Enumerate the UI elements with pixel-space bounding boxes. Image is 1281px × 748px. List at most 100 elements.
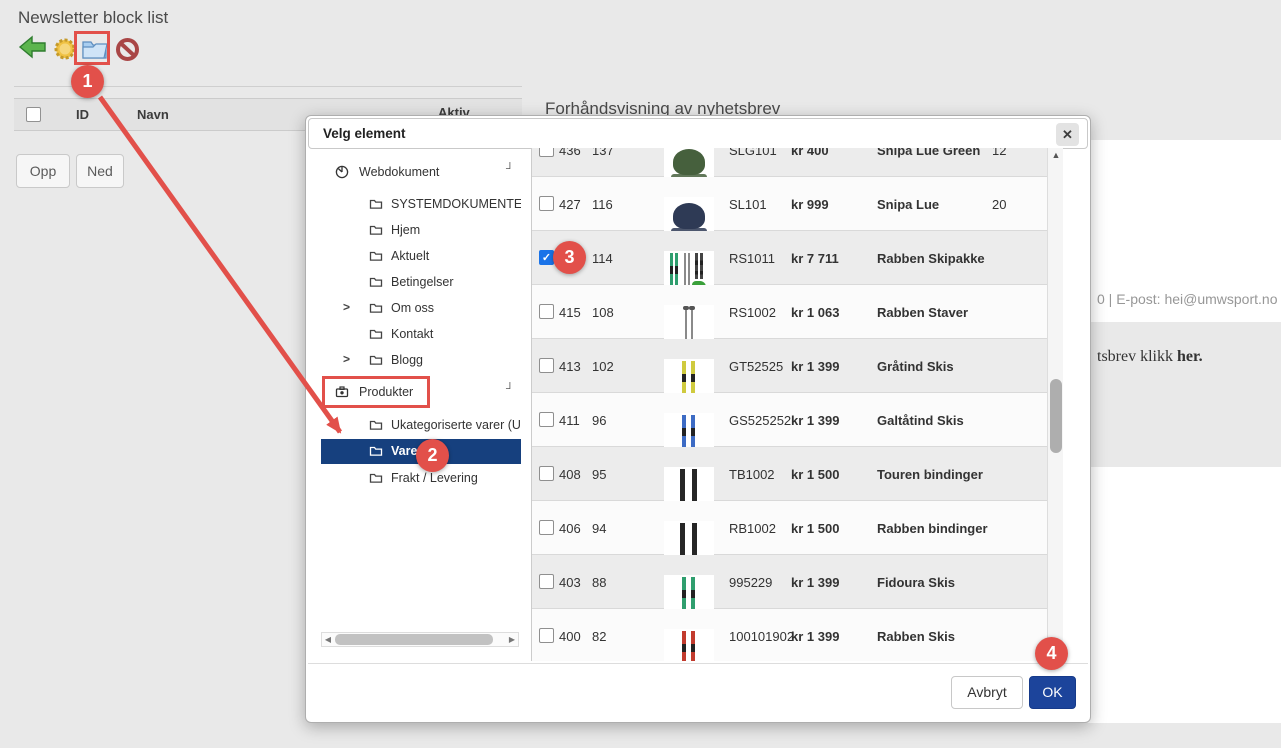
scrollbar-thumb[interactable] <box>335 634 493 645</box>
product-name: Rabben Skipakke <box>877 251 985 266</box>
product-row[interactable]: 40895TB1002kr 1 500Touren bindinger <box>532 447 1047 501</box>
tree-item-betingelser[interactable]: Betingelser <box>321 270 521 295</box>
row-checkbox[interactable] <box>539 148 554 157</box>
product-sku: GS525252 <box>729 413 791 428</box>
tree-item-label: Frakt / Levering <box>391 471 478 485</box>
folder-icon <box>369 197 383 211</box>
product-ref: 114 <box>592 251 613 266</box>
select-all-checkbox[interactable] <box>26 107 41 122</box>
close-icon[interactable]: ✕ <box>1056 123 1079 146</box>
product-id: 427 <box>559 197 581 212</box>
dialog-title: Velg element <box>323 126 406 141</box>
column-header-id: ID <box>76 107 89 122</box>
ok-button[interactable]: OK <box>1029 676 1076 709</box>
folder-icon <box>369 301 383 315</box>
folder-icon <box>369 444 383 458</box>
tree-item-aktuelt[interactable]: Aktuelt <box>321 244 521 269</box>
tree-item-label: Webdokument <box>359 165 439 179</box>
row-checkbox[interactable] <box>539 196 554 211</box>
page-title: Newsletter block list <box>18 8 168 28</box>
product-row[interactable]: 436137SLG101kr 400Snipa Lue Green12 <box>532 148 1047 177</box>
folder-icon <box>369 275 383 289</box>
corner-icon[interactable]: ┘ <box>506 163 514 175</box>
annotation-box-folder <box>74 31 110 65</box>
scrollbar-thumb[interactable] <box>1050 379 1062 453</box>
product-id: 413 <box>559 359 581 374</box>
dialog-footer: Avbryt OK <box>308 663 1088 722</box>
product-name: Snipa Lue <box>877 197 939 212</box>
product-image-skis-red <box>664 629 714 661</box>
product-row[interactable]: 40388995229kr 1 399Fidoura Skis <box>532 555 1047 609</box>
product-ref: 108 <box>592 305 614 320</box>
velg-element-dialog: Velg element ✕ Webdokument ┘ SYSTEMDOKUMEN… <box>305 115 1091 723</box>
chevron-right-icon[interactable]: > <box>343 352 350 366</box>
chevron-right-icon[interactable]: > <box>343 300 350 314</box>
product-ref: 94 <box>592 521 606 536</box>
product-id: 411 <box>559 413 580 428</box>
row-checkbox[interactable] <box>539 304 554 319</box>
product-ref: 102 <box>592 359 614 374</box>
product-price: kr 1 500 <box>791 467 839 482</box>
product-row[interactable]: 40082100101902kr 1 399Rabben Skis <box>532 609 1047 661</box>
tree-item-label: Aktuelt <box>391 249 429 263</box>
tree-item-label: Ukategoriserte varer (UNI V3 <box>391 418 521 432</box>
tree-item-webdokument[interactable]: Webdokument ┘ <box>321 160 521 185</box>
row-checkbox[interactable] <box>539 520 554 535</box>
row-checkbox[interactable] <box>539 628 554 643</box>
tree-item-frakt-levering[interactable]: Frakt / Levering <box>321 466 521 491</box>
row-checkbox[interactable] <box>539 358 554 373</box>
product-ref: 96 <box>592 413 606 428</box>
product-price: kr 1 063 <box>791 305 839 320</box>
tree-item-label: Kontakt <box>391 327 433 341</box>
preview-newsletter-link[interactable]: her. <box>1177 348 1203 365</box>
folder-icon <box>369 249 383 263</box>
product-row[interactable]: 427116SL101kr 999Snipa Lue20 <box>532 177 1047 231</box>
tree-item-systemdokumenter[interactable]: SYSTEMDOKUMENTER <box>321 192 521 217</box>
tree-item-om-oss[interactable]: > Om oss <box>321 296 521 321</box>
product-sku: RB1002 <box>729 521 776 536</box>
product-sku: GT52525 <box>729 359 783 374</box>
product-price: kr 7 711 <box>791 251 839 266</box>
product-row[interactable]: ✓ 114 RS1011 kr 7 711 Rabben Skipakke <box>532 231 1047 285</box>
product-list-scrollbar[interactable]: ▲ <box>1047 148 1063 661</box>
product-price: kr 1 500 <box>791 521 839 536</box>
scroll-left-icon[interactable]: ◀ <box>322 633 334 646</box>
preview-newsletter-text: tsbrev klikk her. <box>1097 348 1203 366</box>
annotation-box-produkter <box>322 376 430 408</box>
product-price: kr 400 <box>791 148 829 158</box>
row-checkbox[interactable]: ✓ <box>539 250 554 265</box>
annotation-step-3: 3 <box>553 241 586 274</box>
tree-item-label: Om oss <box>391 301 434 315</box>
tree-item-blogg[interactable]: >Blogg <box>321 348 521 373</box>
product-row[interactable]: 40694RB1002kr 1 500Rabben bindinger <box>532 501 1047 555</box>
move-up-button[interactable]: Opp <box>16 154 70 188</box>
tree-item-kontakt[interactable]: Kontakt <box>321 322 521 347</box>
product-price: kr 1 399 <box>791 413 839 428</box>
scroll-up-icon[interactable]: ▲ <box>1048 150 1064 160</box>
product-sku: 995229 <box>729 575 772 590</box>
product-name: Rabben Skis <box>877 629 955 644</box>
back-arrow-icon[interactable] <box>18 34 48 66</box>
scroll-right-icon[interactable]: ▶ <box>506 633 518 646</box>
product-row[interactable]: 41196GS525252kr 1 399Galtåtind Skis <box>532 393 1047 447</box>
tree-item-ukategoriserte-varer-uni-v3[interactable]: Ukategoriserte varer (UNI V3 <box>321 413 521 438</box>
product-row[interactable]: 413102GT52525kr 1 399Gråtind Skis <box>532 339 1047 393</box>
product-row[interactable]: 415108RS1002kr 1 063Rabben Staver <box>532 285 1047 339</box>
globe-icon <box>335 165 349 179</box>
tree-item-hjem[interactable]: Hjem <box>321 218 521 243</box>
tree-horizontal-scrollbar[interactable]: ◀ ▶ <box>321 632 519 647</box>
cancel-button[interactable]: Avbryt <box>951 676 1023 709</box>
row-checkbox[interactable] <box>539 574 554 589</box>
product-name: Gråtind Skis <box>877 359 954 374</box>
product-sku: TB1002 <box>729 467 775 482</box>
product-sku: RS1011 <box>729 251 775 266</box>
forbidden-icon[interactable] <box>114 36 141 68</box>
row-checkbox[interactable] <box>539 412 554 427</box>
folder-icon <box>369 471 383 485</box>
annotation-step-2: 2 <box>416 439 449 472</box>
row-checkbox[interactable] <box>539 466 554 481</box>
move-down-button[interactable]: Ned <box>76 154 124 188</box>
corner-icon[interactable]: ┘ <box>506 383 514 395</box>
folder-icon <box>369 418 383 432</box>
folder-icon <box>369 223 383 237</box>
